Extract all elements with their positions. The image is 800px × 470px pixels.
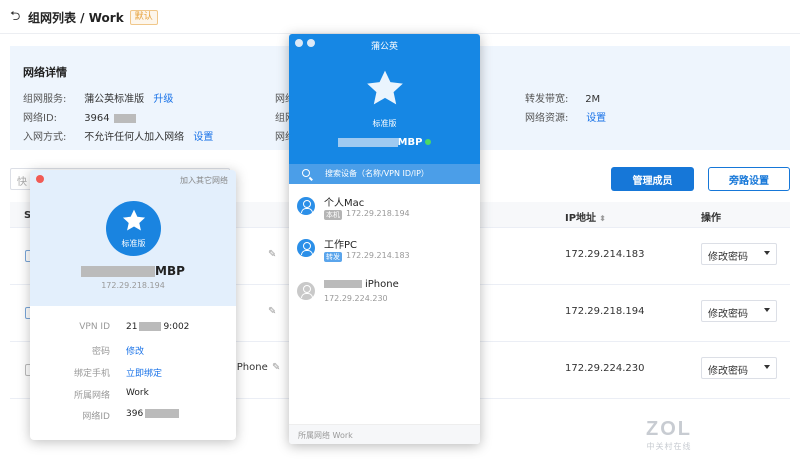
edition-label: 标准版 [121, 239, 146, 248]
redacted-mask [337, 137, 398, 147]
netid-value: 3964 [84, 113, 110, 124]
page-title: 组网列表 / Work [28, 10, 124, 25]
detail-netid: 网络ID: 3964 [23, 109, 136, 124]
user-avatar-icon [297, 282, 315, 300]
detail-bandwidth: 转发带宽: 2M [525, 94, 601, 105]
star-logo-icon [366, 70, 403, 105]
password-change-link[interactable]: 修改 [126, 344, 144, 357]
join-other-network-link[interactable]: 加入其它网络 [180, 175, 228, 186]
vpnid-label: VPN ID [79, 322, 110, 332]
edit-icon[interactable]: ✎ [268, 249, 276, 260]
app-device-name: MBP [289, 137, 480, 148]
resource-settings-link[interactable]: 设置 [586, 113, 606, 124]
device-name: 工作PC [324, 240, 358, 251]
redacted-mask [81, 266, 156, 277]
app-edition-label: 标准版 [372, 119, 397, 128]
logo-badge: 标准版 [106, 201, 161, 256]
device-item[interactable]: 工作PC 转发 172.29.214.183 [289, 231, 480, 275]
close-dot-icon[interactable] [36, 175, 44, 183]
netid-value: 396 [126, 409, 180, 419]
device-item[interactable]: 个人Mac 本机 172.29.218.194 [289, 189, 480, 233]
caret-down-icon [764, 251, 770, 255]
redacted-mask [113, 113, 136, 123]
default-badge: 默认 [129, 9, 158, 25]
details-title: 网络详情 [23, 66, 67, 79]
back-arrow-icon[interactable]: ⮌ [10, 10, 22, 23]
device-search-input[interactable]: 搜索设备（名称/VPN ID/IP） [289, 164, 480, 184]
detail-resource: 网络资源: 设置 [525, 113, 607, 124]
row-ip: 172.29.218.194 [565, 306, 645, 317]
device-tag: 转发 [324, 252, 342, 262]
change-password-select[interactable]: 修改密码 [701, 243, 777, 265]
caret-down-icon [764, 365, 770, 369]
device-tag: 本机 [324, 210, 342, 220]
edit-icon[interactable]: ✎ [272, 362, 280, 373]
manage-members-button[interactable]: 管理成员 [611, 167, 694, 191]
network-value: Work [126, 388, 149, 398]
device-name: iPhone [324, 279, 399, 290]
device-item[interactable]: iPhone 172.29.224.230 [289, 274, 480, 318]
user-avatar-icon [297, 197, 315, 215]
bypass-settings-button[interactable]: 旁路设置 [708, 167, 790, 191]
watermark-logo: ZOL [646, 418, 692, 440]
detail-join: 入网方式: 不允许任何人加入网络 设置 [23, 132, 214, 143]
upgrade-link[interactable]: 升级 [153, 94, 173, 105]
bind-phone-label: 绑定手机 [73, 369, 110, 379]
device-ip: 172.29.218.194 [346, 209, 410, 218]
watermark-text: 中关村在线 [646, 442, 692, 451]
password-label: 密码 [91, 347, 110, 357]
bind-phone-link[interactable]: 立即绑定 [126, 366, 162, 379]
bandwidth-value: 2M [585, 94, 601, 105]
edit-icon[interactable]: ✎ [268, 306, 276, 317]
app-header: 蒲公英 标准版 MBP [289, 34, 480, 164]
device-name: 个人Mac [324, 198, 365, 209]
vpnid-value: 21 9:002 [126, 322, 190, 332]
row-device-name: iPhone [234, 362, 268, 373]
page-header: ⮌ 组网列表 / Work 默认 [10, 8, 158, 26]
change-password-select[interactable]: 修改密码 [701, 300, 777, 322]
user-avatar-icon [297, 239, 315, 257]
netid-label: 网络ID [82, 412, 110, 422]
row-ip: 172.29.214.183 [565, 249, 645, 260]
app-title: 蒲公英 [370, 42, 398, 52]
star-icon [122, 209, 145, 231]
join-settings-link[interactable]: 设置 [193, 132, 213, 143]
device-ip: 172.29.214.183 [346, 251, 410, 260]
th-action: 操作 [701, 213, 721, 224]
join-value: 不允许任何人加入网络 [84, 132, 185, 143]
card-header: 加入其它网络 标准版 MBP 172.29.218.194 [30, 170, 236, 306]
service-value: 蒲公英标准版 [84, 94, 145, 105]
network-label: 所属网络 [73, 391, 110, 401]
watermark: ZOL 中关村在线 [646, 418, 692, 452]
app-footer: 所属网络 Work [289, 424, 480, 444]
card-device-ip: 172.29.218.194 [101, 281, 165, 290]
search-icon [302, 169, 310, 177]
detail-service: 组网服务: 蒲公英标准版 升级 [23, 94, 174, 105]
card-device-name: MBP [30, 264, 236, 278]
pgy-app-window: 蒲公英 标准版 MBP 搜索设备（名称/VPN ID/IP） 个人Mac 本机 … [289, 34, 480, 444]
sort-icon[interactable]: ⬍ [599, 214, 606, 223]
online-status-icon [425, 139, 432, 145]
change-password-select[interactable]: 修改密码 [701, 357, 777, 379]
device-info-card: 加入其它网络 标准版 MBP 172.29.218.194 VPN ID 21 9… [30, 170, 236, 440]
th-ip[interactable]: IP地址 ⬍ [565, 209, 606, 224]
row-ip: 172.29.224.230 [565, 363, 645, 374]
device-ip: 172.29.224.230 [324, 294, 388, 303]
caret-down-icon [764, 308, 770, 312]
